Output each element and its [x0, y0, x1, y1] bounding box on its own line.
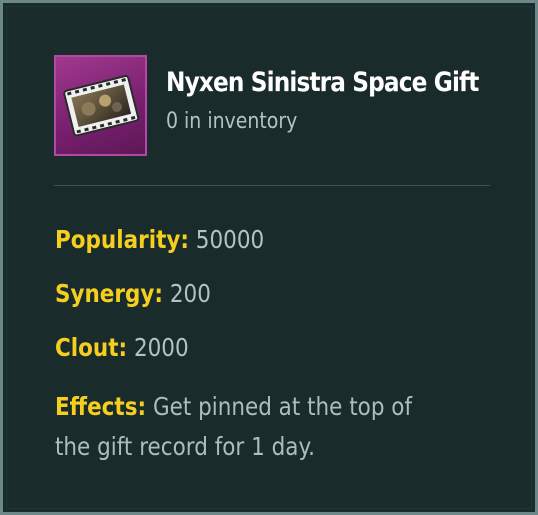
film-reel-gift-icon [63, 75, 140, 137]
item-tooltip: Nyxen Sinistra Space Gift 0 in inventory… [0, 0, 538, 515]
clout-row: Clout: 2000 [55, 333, 189, 362]
popularity-value: 50000 [195, 225, 265, 254]
inventory-count: 0 in inventory [166, 109, 298, 134]
clout-label: Clout: [55, 333, 128, 362]
synergy-label: Synergy: [55, 279, 163, 308]
item-icon-frame [54, 55, 147, 156]
popularity-label: Popularity: [55, 225, 189, 254]
divider [54, 185, 490, 186]
item-name: Nyxen Sinistra Space Gift [166, 67, 479, 98]
clout-value: 2000 [133, 333, 189, 362]
effects-row: Effects: Get pinned at the top of the gi… [55, 387, 433, 467]
synergy-row: Synergy: 200 [55, 279, 211, 308]
synergy-value: 200 [169, 279, 211, 308]
effects-label: Effects: [55, 392, 147, 421]
popularity-row: Popularity: 50000 [55, 225, 264, 254]
